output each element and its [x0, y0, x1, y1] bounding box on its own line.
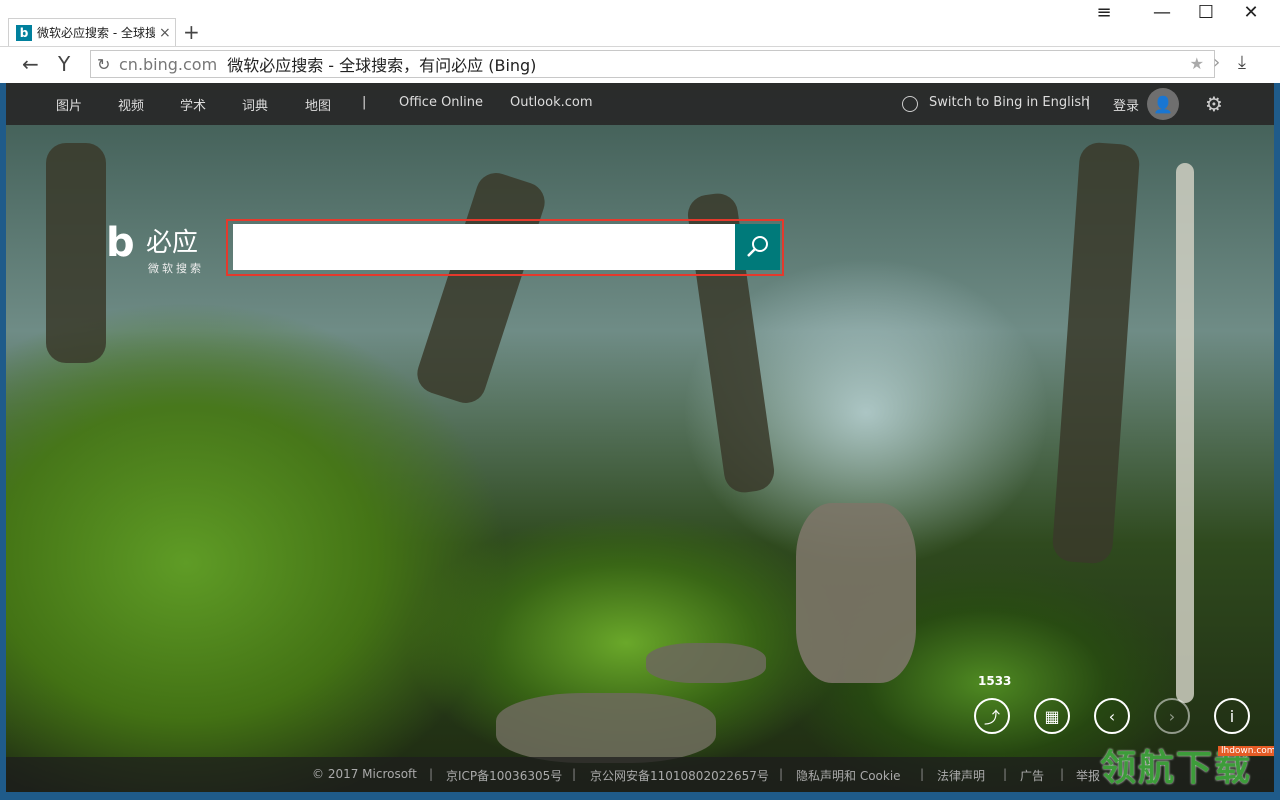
- switch-to-english-link[interactable]: Switch to Bing in English: [929, 95, 1089, 110]
- nav-office-online[interactable]: Office Online: [399, 95, 483, 110]
- gear-icon[interactable]: ⚙: [1205, 92, 1223, 116]
- tab-strip: b 微软必应搜索 - 全球搜 × + ≡ — ☐ ✕: [0, 0, 1280, 47]
- browser-window: b 微软必应搜索 - 全球搜 × + ≡ — ☐ ✕ ← Y ↻ cn.bing…: [0, 0, 1280, 800]
- footer-separator: |: [1003, 767, 1008, 781]
- tree-trunk: [1051, 141, 1141, 565]
- window-edge: [0, 83, 6, 792]
- url-page-title: 微软必应搜索 - 全球搜索，有问必应 (Bing): [227, 56, 537, 75]
- footer-separator: |: [572, 767, 577, 781]
- tab-bing[interactable]: b 微软必应搜索 - 全球搜 ×: [8, 18, 176, 46]
- share-button[interactable]: ⤴: [974, 698, 1010, 734]
- qr-code-icon: ▦: [1044, 706, 1060, 726]
- next-image-button[interactable]: ›: [1154, 698, 1190, 734]
- tree-trunk: [412, 167, 550, 409]
- tab-close-icon[interactable]: ×: [159, 25, 171, 41]
- share-icon: ⤴: [983, 708, 1000, 727]
- y-icon[interactable]: Y: [58, 52, 70, 76]
- nav-divider: |: [1086, 95, 1091, 110]
- footer-police-link[interactable]: 京公网安备11010802022657号: [590, 767, 769, 784]
- info-button[interactable]: i: [1214, 698, 1250, 734]
- footer-report-link[interactable]: 举报: [1076, 767, 1100, 784]
- maximize-button[interactable]: ☐: [1183, 2, 1229, 23]
- footer-separator: |: [429, 767, 434, 781]
- avatar[interactable]: 👤: [1147, 88, 1179, 120]
- watermark-url: lhdown.com: [1218, 746, 1274, 756]
- nav-academic[interactable]: 学术: [180, 95, 206, 114]
- nav-maps[interactable]: 地图: [305, 95, 331, 114]
- footer: © 2017 Microsoft | 京ICP备10036305号 | 京公网安…: [6, 757, 1274, 792]
- new-tab-button[interactable]: +: [183, 20, 200, 44]
- window-edge: [0, 792, 1280, 800]
- chevron-right-icon[interactable]: ›: [1213, 52, 1220, 73]
- star-icon[interactable]: ★: [1190, 54, 1204, 73]
- minimize-button[interactable]: —: [1139, 2, 1185, 23]
- rock: [646, 643, 766, 683]
- footer-separator: |: [1060, 767, 1065, 781]
- qr-code-button[interactable]: ▦: [1034, 698, 1070, 734]
- bing-favicon-icon: b: [16, 24, 32, 41]
- chevron-left-icon: ‹: [1108, 706, 1116, 726]
- bing-logo-mark: b: [106, 220, 135, 266]
- search-icon: [746, 236, 768, 257]
- close-window-button[interactable]: ✕: [1228, 2, 1274, 23]
- login-link[interactable]: 登录: [1113, 95, 1139, 114]
- nav-outlook[interactable]: Outlook.com: [510, 95, 593, 110]
- address-toolbar: ← Y ↻ cn.bing.com 微软必应搜索 - 全球搜索，有问必应 (Bi…: [0, 47, 1280, 83]
- stone-path: [796, 503, 916, 683]
- url-host: cn.bing.com: [119, 54, 218, 74]
- tab-title: 微软必应搜索 - 全球搜: [37, 26, 155, 40]
- footer-separator: |: [920, 767, 925, 781]
- bing-homepage: 图片 视频 学术 词典 地图 | Office Online Outlook.c…: [6, 83, 1274, 792]
- footer-ads-link[interactable]: 广告: [1020, 767, 1044, 784]
- share-count: 1533: [978, 674, 1012, 688]
- tree-trunk: [46, 143, 106, 363]
- menu-icon[interactable]: ≡: [1081, 2, 1127, 23]
- footer-icp-link[interactable]: 京ICP备10036305号: [446, 767, 562, 784]
- bing-top-nav: 图片 视频 学术 词典 地图 | Office Online Outlook.c…: [6, 83, 1274, 125]
- nav-videos[interactable]: 视频: [118, 95, 144, 114]
- bing-logo: b 必应 微软搜索: [106, 216, 226, 276]
- globe-icon: [902, 96, 918, 112]
- window-edge: [1274, 83, 1280, 792]
- background-image: [6, 83, 1274, 792]
- search-input[interactable]: [233, 224, 735, 270]
- nav-images[interactable]: 图片: [56, 95, 82, 114]
- address-bar[interactable]: ↻ cn.bing.com 微软必应搜索 - 全球搜索，有问必应 (Bing) …: [90, 50, 1215, 78]
- nav-divider: |: [362, 95, 367, 110]
- footer-legal-link[interactable]: 法律声明: [937, 767, 985, 784]
- rock: [496, 693, 716, 763]
- reload-icon[interactable]: ↻: [97, 55, 115, 74]
- footer-separator: |: [779, 767, 784, 781]
- bing-logo-name: 必应: [146, 228, 199, 258]
- back-arrow-icon[interactable]: ←: [22, 52, 39, 76]
- birch-trunk: [1176, 163, 1194, 703]
- previous-image-button[interactable]: ‹: [1094, 698, 1130, 734]
- footer-copyright: © 2017 Microsoft: [312, 767, 417, 781]
- info-icon: i: [1229, 706, 1235, 726]
- chevron-right-icon: ›: [1168, 706, 1176, 726]
- download-icon[interactable]: ⤓: [1238, 52, 1246, 73]
- footer-privacy-link[interactable]: 隐私声明和 Cookie: [796, 767, 901, 784]
- search-button[interactable]: [735, 224, 780, 270]
- nav-dictionary[interactable]: 词典: [242, 95, 268, 114]
- bing-logo-subtitle: 微软搜索: [148, 262, 204, 275]
